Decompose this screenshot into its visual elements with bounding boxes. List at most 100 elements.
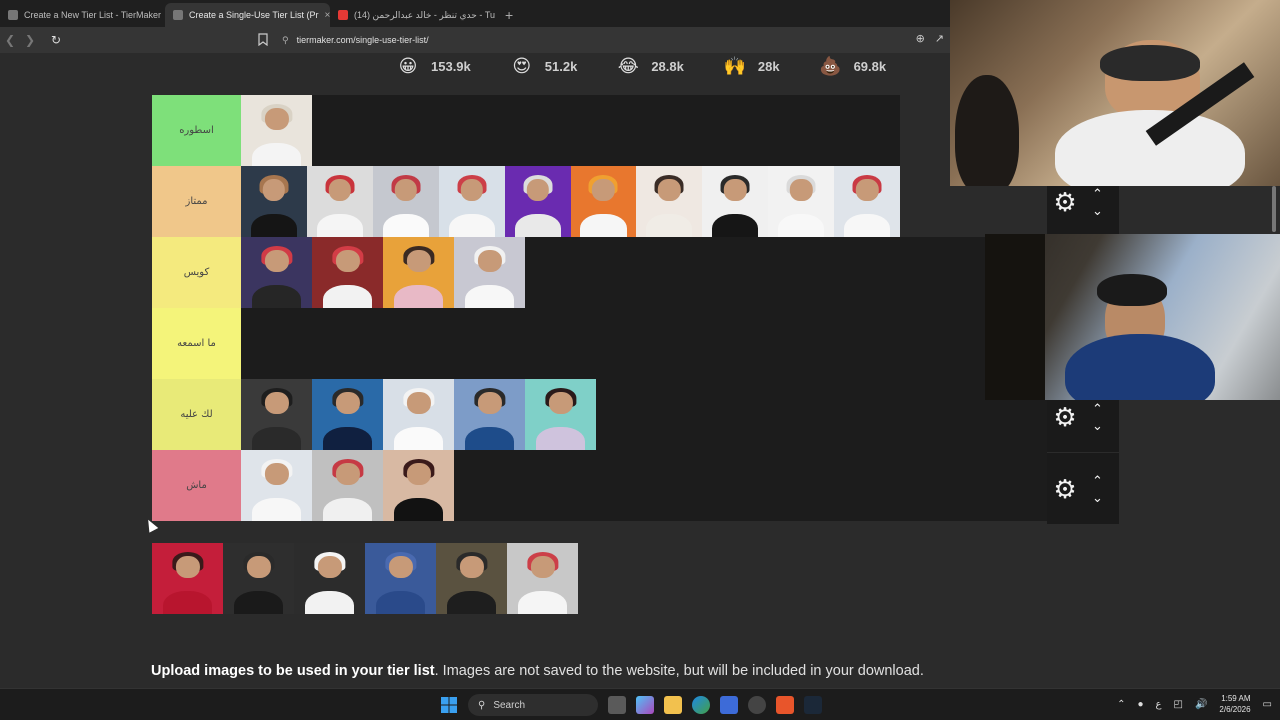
taskbar-search[interactable]: ⚲ Search [468, 694, 598, 716]
bookmark-icon[interactable] [258, 33, 270, 47]
tier-label[interactable]: كويس [152, 237, 241, 308]
reaction-count: 69.8k [853, 58, 887, 74]
address-bar[interactable]: ⚲ tiermaker.com/single-use-tier-list/ [282, 31, 429, 49]
notification-icon[interactable]: ▭ [1263, 699, 1272, 710]
reaction-count: 28k [757, 58, 780, 74]
reaction-grin[interactable]: 😀 153.9k [395, 53, 471, 79]
store-icon[interactable] [720, 696, 738, 714]
tier-image-tile[interactable] [438, 166, 505, 237]
tier-label[interactable]: ما اسمعه [152, 308, 241, 379]
tier-items[interactable] [241, 450, 1047, 521]
portrait-face [388, 555, 413, 579]
tier-image-tile[interactable] [241, 166, 307, 237]
tier-image-tile[interactable] [525, 379, 596, 450]
gear-icon[interactable]: ⚙ [1052, 476, 1078, 502]
tier-image-tile[interactable] [383, 237, 454, 308]
tier-items[interactable] [241, 308, 986, 379]
back-button[interactable]: ❮ [0, 33, 20, 47]
tier-image-tile[interactable] [504, 166, 571, 237]
tier-items[interactable] [241, 166, 901, 237]
tier-image-tile[interactable] [312, 450, 383, 521]
portrait-body [251, 426, 302, 450]
tab-single-use-tier-list[interactable]: Create a Single-Use Tier List (Pr × [165, 3, 330, 27]
tier-items[interactable] [241, 379, 1047, 450]
search-label: Search [493, 699, 526, 711]
portrait-body [448, 213, 495, 237]
task-view-icon[interactable] [608, 696, 626, 714]
move-down-icon[interactable]: ⌄ [1092, 491, 1103, 504]
windows-start-icon[interactable] [440, 696, 458, 714]
tier-items[interactable] [241, 237, 986, 308]
tier-items[interactable] [241, 95, 900, 166]
tab-create-tier-list[interactable]: Create a New Tier List - TierMaker [0, 3, 165, 27]
tier-image-tile[interactable] [768, 166, 835, 237]
tier-image-tile[interactable] [636, 166, 703, 237]
taskbar-clock[interactable]: 1:59 AM 2/6/2026 [1219, 693, 1250, 715]
tier-image-tile[interactable] [702, 166, 769, 237]
tier-image-tile[interactable] [507, 543, 578, 614]
volume-icon[interactable]: 🔊 [1195, 699, 1207, 710]
tier-image-tile[interactable] [306, 166, 373, 237]
portrait-face [264, 391, 289, 415]
tier-image-tile[interactable] [365, 543, 436, 614]
unranked-image-pool[interactable] [152, 543, 578, 614]
gear-icon[interactable]: ⚙ [1052, 189, 1078, 215]
share-icon[interactable]: ↗ [935, 32, 944, 45]
webcam-overlay-guest [985, 234, 1280, 400]
tier-image-tile[interactable] [372, 166, 439, 237]
reaction-poop[interactable]: 💩 69.8k [818, 53, 887, 79]
zoom-icon[interactable]: ⊕ [916, 32, 925, 45]
page-scrollbar[interactable] [1272, 186, 1276, 232]
reaction-heart-eyes[interactable]: 😍 51.2k [509, 53, 578, 79]
portrait-face [460, 178, 483, 202]
tier-image-tile[interactable] [241, 95, 312, 166]
tier-image-tile[interactable] [241, 450, 312, 521]
tier-image-tile[interactable] [383, 379, 454, 450]
tier-label[interactable]: اسطوره [152, 95, 241, 166]
tier-label[interactable]: لك عليه [152, 379, 241, 450]
tier-image-tile[interactable] [223, 543, 294, 614]
tier-image-tile[interactable] [383, 450, 454, 521]
wifi-icon[interactable]: ◰ [1174, 699, 1183, 710]
tier-image-tile[interactable] [570, 166, 637, 237]
reload-button[interactable]: ↻ [46, 33, 66, 47]
tier-image-tile[interactable] [312, 237, 383, 308]
move-up-icon[interactable]: ⌃ [1092, 402, 1103, 415]
tier-image-tile[interactable] [294, 543, 365, 614]
tier-image-tile[interactable] [454, 379, 525, 450]
copilot-icon[interactable] [636, 696, 654, 714]
tray-chevron-icon[interactable]: ⌃ [1117, 699, 1125, 710]
reaction-laugh[interactable]: 😂 28.8k [615, 53, 684, 79]
tier-label[interactable]: ممتاز [152, 166, 241, 237]
new-tab-button[interactable]: + [495, 3, 523, 27]
tier-image-tile[interactable] [312, 379, 383, 450]
forward-button[interactable]: ❯ [20, 33, 40, 47]
tier-image-tile[interactable] [454, 237, 525, 308]
settings-app-icon[interactable] [748, 696, 766, 714]
move-up-icon[interactable]: ⌃ [1092, 187, 1103, 200]
site-info-icon[interactable]: ⚲ [282, 35, 289, 46]
portrait-body [322, 497, 373, 521]
edge-icon[interactable] [692, 696, 710, 714]
tier-image-tile[interactable] [241, 379, 312, 450]
network-app-icon[interactable]: ● [1137, 699, 1143, 710]
tab-title: Create a New Tier List - TierMaker [24, 10, 162, 20]
tab-youtube[interactable]: حدي تنظر - خالد عبدالرحمن (14) - Tube [330, 3, 495, 27]
language-icon[interactable]: ع [1156, 699, 1162, 710]
move-down-icon[interactable]: ⌄ [1092, 204, 1103, 217]
move-down-icon[interactable]: ⌄ [1092, 419, 1103, 432]
file-explorer-icon[interactable] [664, 696, 682, 714]
reaction-raised-hands[interactable]: 🙌 28k [722, 53, 780, 79]
gear-icon[interactable]: ⚙ [1052, 404, 1078, 430]
brave-browser-icon[interactable] [776, 696, 794, 714]
tier-image-tile[interactable] [834, 166, 901, 237]
move-up-icon[interactable]: ⌃ [1092, 474, 1103, 487]
tier-image-tile[interactable] [436, 543, 507, 614]
portrait-body [580, 213, 627, 237]
tier-image-tile[interactable] [241, 237, 312, 308]
steam-icon[interactable] [804, 696, 822, 714]
reaction-count: 51.2k [544, 58, 578, 74]
tier-image-tile[interactable] [152, 543, 223, 614]
tier-label[interactable]: ماش [152, 450, 241, 521]
portrait-body [251, 497, 302, 521]
